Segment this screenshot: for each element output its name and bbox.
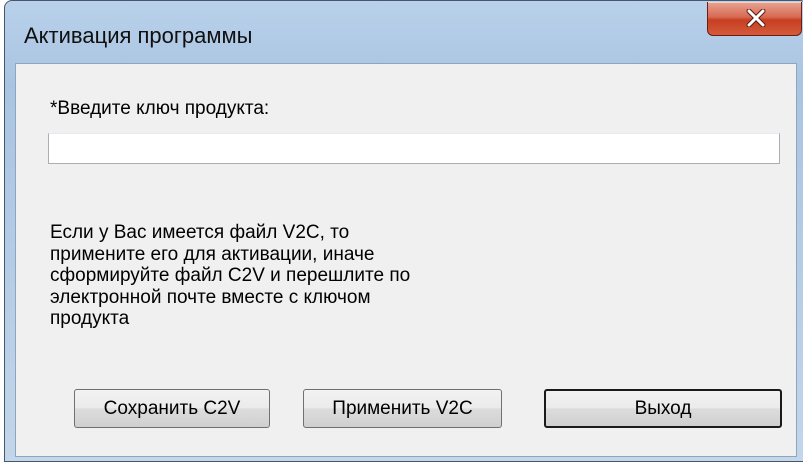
product-key-input[interactable]: [48, 133, 780, 164]
activation-dialog: Активация программы *Введите ключ продук…: [4, 0, 803, 462]
dialog-body: *Введите ключ продукта: Если у Вас имеет…: [15, 63, 797, 457]
save-c2v-button[interactable]: Сохранить C2V: [74, 389, 270, 428]
info-line: Если у Вас имеется файл V2C, то: [50, 222, 350, 243]
info-line: электронной почте вместе с ключом: [50, 286, 371, 308]
close-icon: [746, 9, 766, 27]
info-text: Если у Вас имеется файл V2C, то применит…: [50, 222, 470, 330]
info-line: примените его для активации, иначе: [50, 243, 375, 265]
apply-v2c-button[interactable]: Применить V2C: [303, 389, 502, 428]
title-bar[interactable]: Активация программы: [5, 1, 803, 63]
info-line: сформируйте файл C2V и перешлите по: [50, 265, 411, 286]
window-title: Активация программы: [24, 23, 253, 48]
info-line: продукта: [50, 308, 130, 329]
close-button[interactable]: [707, 2, 802, 36]
product-key-label: *Введите ключ продукта:: [50, 98, 270, 119]
exit-button[interactable]: Выход: [544, 389, 782, 428]
